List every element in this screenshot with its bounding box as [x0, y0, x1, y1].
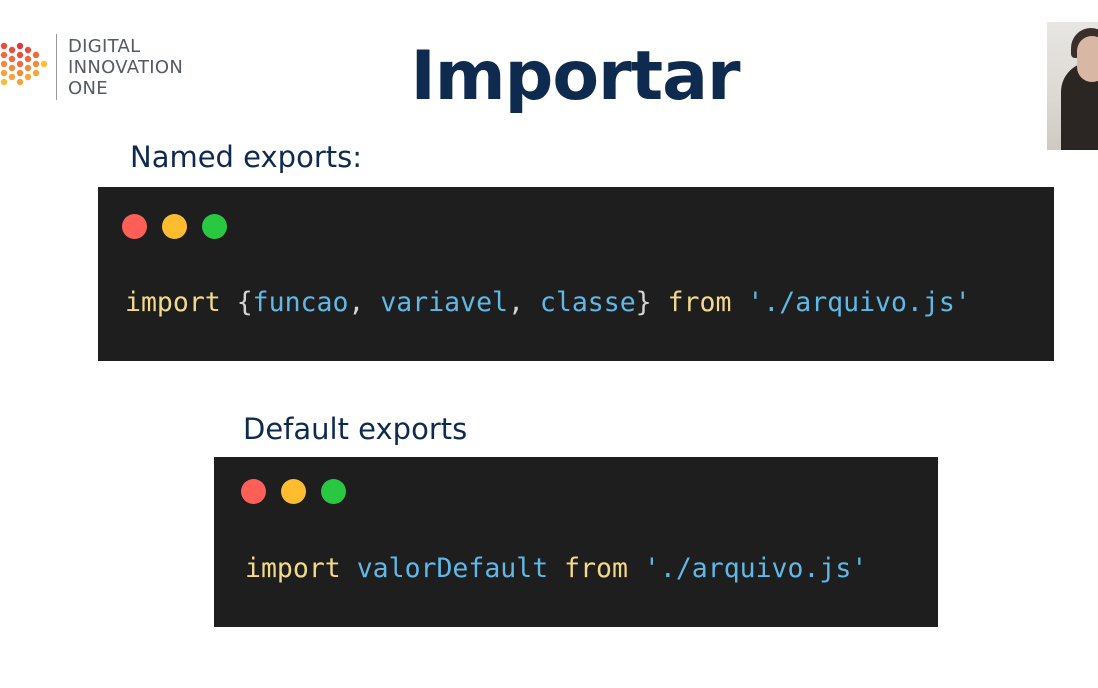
minimize-dot-icon: [162, 214, 187, 239]
slide-title: Importar: [410, 37, 740, 116]
named-exports-label: Named exports:: [130, 140, 362, 174]
module-path-string: './arquivo.js': [643, 553, 868, 584]
default-exports-code-window: import valorDefault from './arquivo.js': [214, 457, 938, 627]
minimize-dot-icon: [281, 479, 306, 504]
close-brace: }: [635, 287, 652, 318]
import-keyword: import: [245, 553, 341, 584]
open-brace: {: [236, 287, 253, 318]
identifier-funcao: funcao: [252, 287, 349, 318]
named-exports-code-window: import {funcao, variavel, classe} from '…: [98, 187, 1054, 361]
presenter-face: [1077, 36, 1098, 82]
named-import-code-line: import {funcao, variavel, classe} from '…: [125, 286, 971, 320]
close-dot-icon: [241, 479, 266, 504]
default-exports-label: Default exports: [243, 412, 468, 446]
module-path-string: './arquivo.js': [747, 287, 971, 318]
close-dot-icon: [122, 214, 147, 239]
identifier-valorDefault: valorDefault: [356, 553, 549, 584]
maximize-dot-icon: [202, 214, 227, 239]
presenter-webcam: [1047, 22, 1098, 150]
import-keyword: import: [125, 287, 221, 318]
from-keyword: from: [667, 287, 732, 318]
identifier-classe: classe: [539, 287, 636, 318]
identifier-variavel: variavel: [380, 287, 508, 318]
comma: ,: [348, 287, 365, 318]
from-keyword: from: [564, 553, 628, 584]
slide: DIGITAL INNOVATION ONE Importar Named ex…: [0, 0, 1098, 688]
default-import-code-line: import valorDefault from './arquivo.js': [245, 552, 867, 586]
maximize-dot-icon: [321, 479, 346, 504]
comma: ,: [507, 287, 524, 318]
